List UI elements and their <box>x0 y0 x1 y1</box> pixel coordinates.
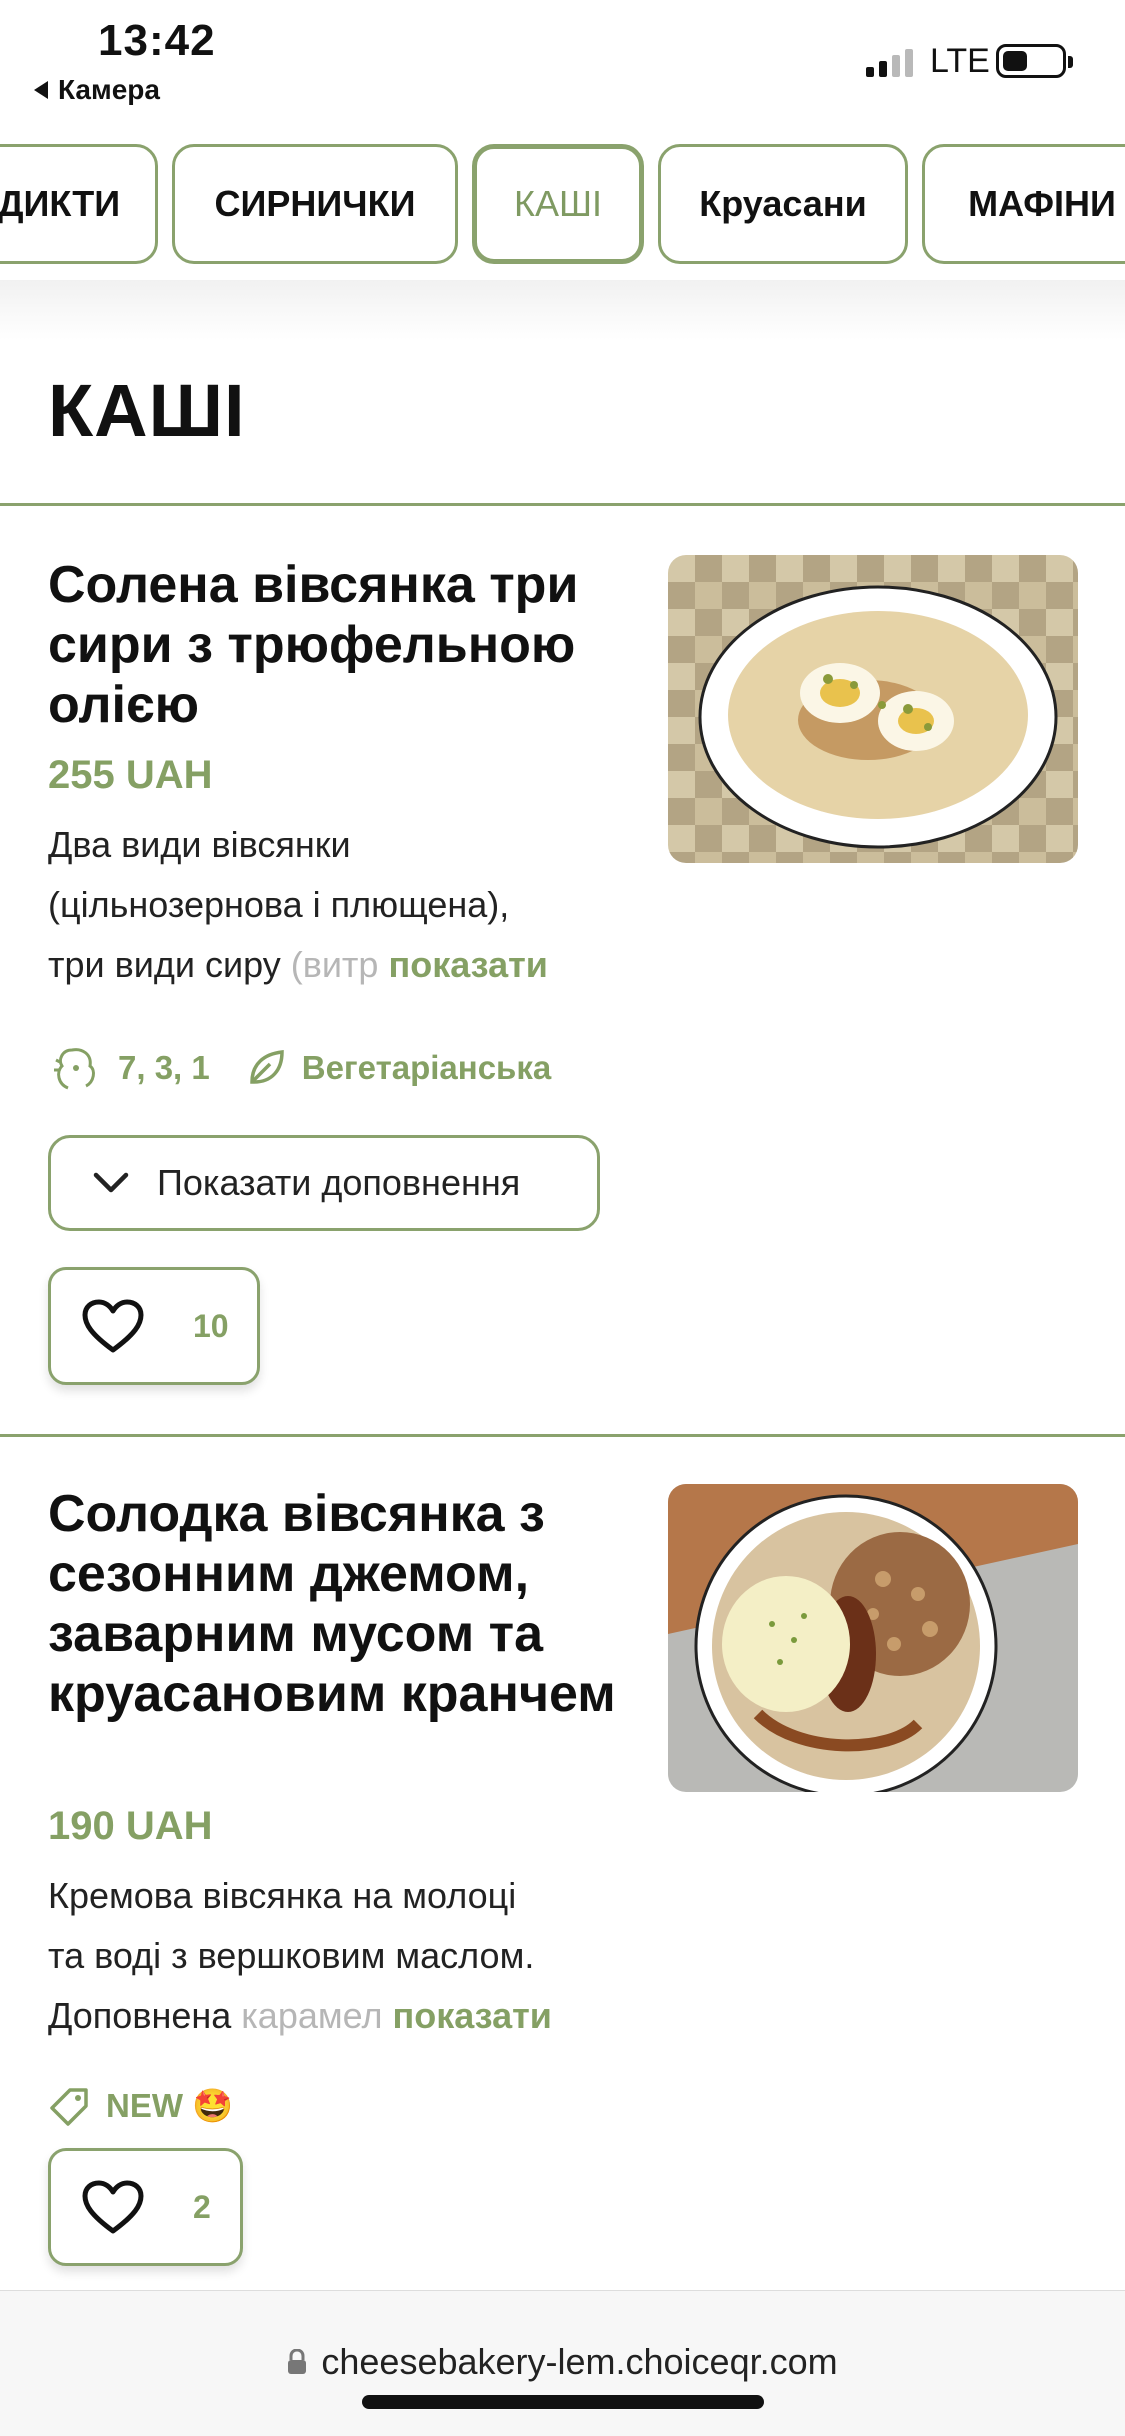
back-triangle-icon <box>34 81 48 99</box>
tab-label: КАШІ <box>514 183 602 224</box>
tab-label: СИРНИЧКИ <box>214 183 416 224</box>
product-price: 190 UAH <box>48 1804 213 1848</box>
tag-icon <box>50 2088 88 2126</box>
desc-fade-text: карамел <box>241 1995 383 2036</box>
product-description: Кремова вівсянка на молоці та воді з вер… <box>48 1866 628 2046</box>
product-tags: NEW 🤩 <box>48 2084 233 2128</box>
url-text: cheesebakery-lem.choiceqr.com <box>321 2341 838 2382</box>
tab-kashi[interactable]: КАШІ <box>472 144 644 264</box>
chevron-down-icon <box>93 1172 129 1193</box>
desc-line: Два види вівсянки <box>48 824 351 865</box>
show-more-link[interactable]: показати <box>388 944 547 985</box>
show-addons-label: Показати доповнення <box>157 1162 521 1203</box>
battery-icon <box>996 44 1073 78</box>
tab-syrnychky[interactable]: СИРНИЧКИ <box>172 144 458 264</box>
like-count: 2 <box>193 2188 211 2225</box>
browser-url-bar[interactable]: cheesebakery-lem.choiceqr.com <box>0 2290 1125 2436</box>
url-display[interactable]: cheesebakery-lem.choiceqr.com <box>0 2341 1125 2383</box>
product-title: Солена вівсянка три сири з трюфельною ол… <box>48 556 579 734</box>
back-app-label: Камера <box>58 74 160 105</box>
signal-strength-icon <box>866 47 913 77</box>
new-badge: NEW 🤩 <box>106 2086 234 2124</box>
section-title: КАШІ <box>48 369 246 452</box>
like-count: 10 <box>193 1307 229 1344</box>
tab-label: Круасани <box>699 183 867 224</box>
network-type: LTE <box>930 42 990 80</box>
desc-line: три види сиру (витр показати <box>48 935 628 995</box>
product-description: Два види вівсянки (цільнозернова і плюще… <box>48 815 628 995</box>
tab-kruasany[interactable]: Круасани <box>658 144 908 264</box>
product-image[interactable] <box>668 555 1078 863</box>
product-meta: 7, 3, 1 Вегетаріанська <box>48 1040 551 1096</box>
tab-mafiny[interactable]: МАФІНИ <box>922 144 1125 264</box>
desc-fade-text: (витр <box>290 944 379 985</box>
show-addons-button[interactable]: Показати доповнення <box>48 1135 600 1231</box>
desc-text: три види сиру <box>48 944 291 985</box>
tab-label: МАФІНИ <box>968 183 1116 224</box>
heart-icon <box>82 1299 144 1353</box>
sweet-oatmeal-bowl-image <box>668 1484 1078 1792</box>
desc-line: та воді з вершковим маслом. <box>48 1935 535 1976</box>
leaf-icon <box>249 1050 284 1084</box>
lock-icon <box>288 2349 307 2374</box>
desc-text: Доповнена <box>48 1995 242 2036</box>
allergens-list: 7, 3, 1 <box>118 1049 210 1086</box>
desc-line: (цільнозернова і плющена), <box>48 884 510 925</box>
heart-icon <box>82 2180 144 2234</box>
status-time: 13:42 <box>98 16 216 65</box>
back-to-camera-link[interactable]: Камера <box>34 74 160 106</box>
tabs-shadow <box>0 280 1125 340</box>
product-image[interactable] <box>668 1484 1078 1792</box>
like-button[interactable]: 2 <box>48 2148 243 2266</box>
section-divider <box>0 503 1125 506</box>
product-price: 255 UAH <box>48 753 213 797</box>
show-more-link[interactable]: показати <box>392 1995 551 2036</box>
like-button[interactable]: 10 <box>48 1267 260 1385</box>
tab-label: ДИКТИ <box>0 183 121 224</box>
category-tabs: ДИКТИ СИРНИЧКИ КАШІ Круасани МАФІНИ <box>0 144 1125 264</box>
product-divider <box>0 1434 1125 1437</box>
product-title: Солодка вівсянка з сезонним джемом, зава… <box>48 1485 616 1723</box>
tab-dykty[interactable]: ДИКТИ <box>0 144 158 264</box>
allergen-icon <box>54 1048 95 1090</box>
status-bar: 13:42 Камера LTE <box>0 0 1125 120</box>
oatmeal-bowl-image <box>668 555 1078 863</box>
desc-line: Доповнена карамел показати <box>48 1986 628 2046</box>
home-indicator[interactable] <box>362 2395 764 2409</box>
desc-line: Кремова вівсянка на молоці <box>48 1875 517 1916</box>
diet-label: Вегетаріанська <box>301 1049 552 1086</box>
